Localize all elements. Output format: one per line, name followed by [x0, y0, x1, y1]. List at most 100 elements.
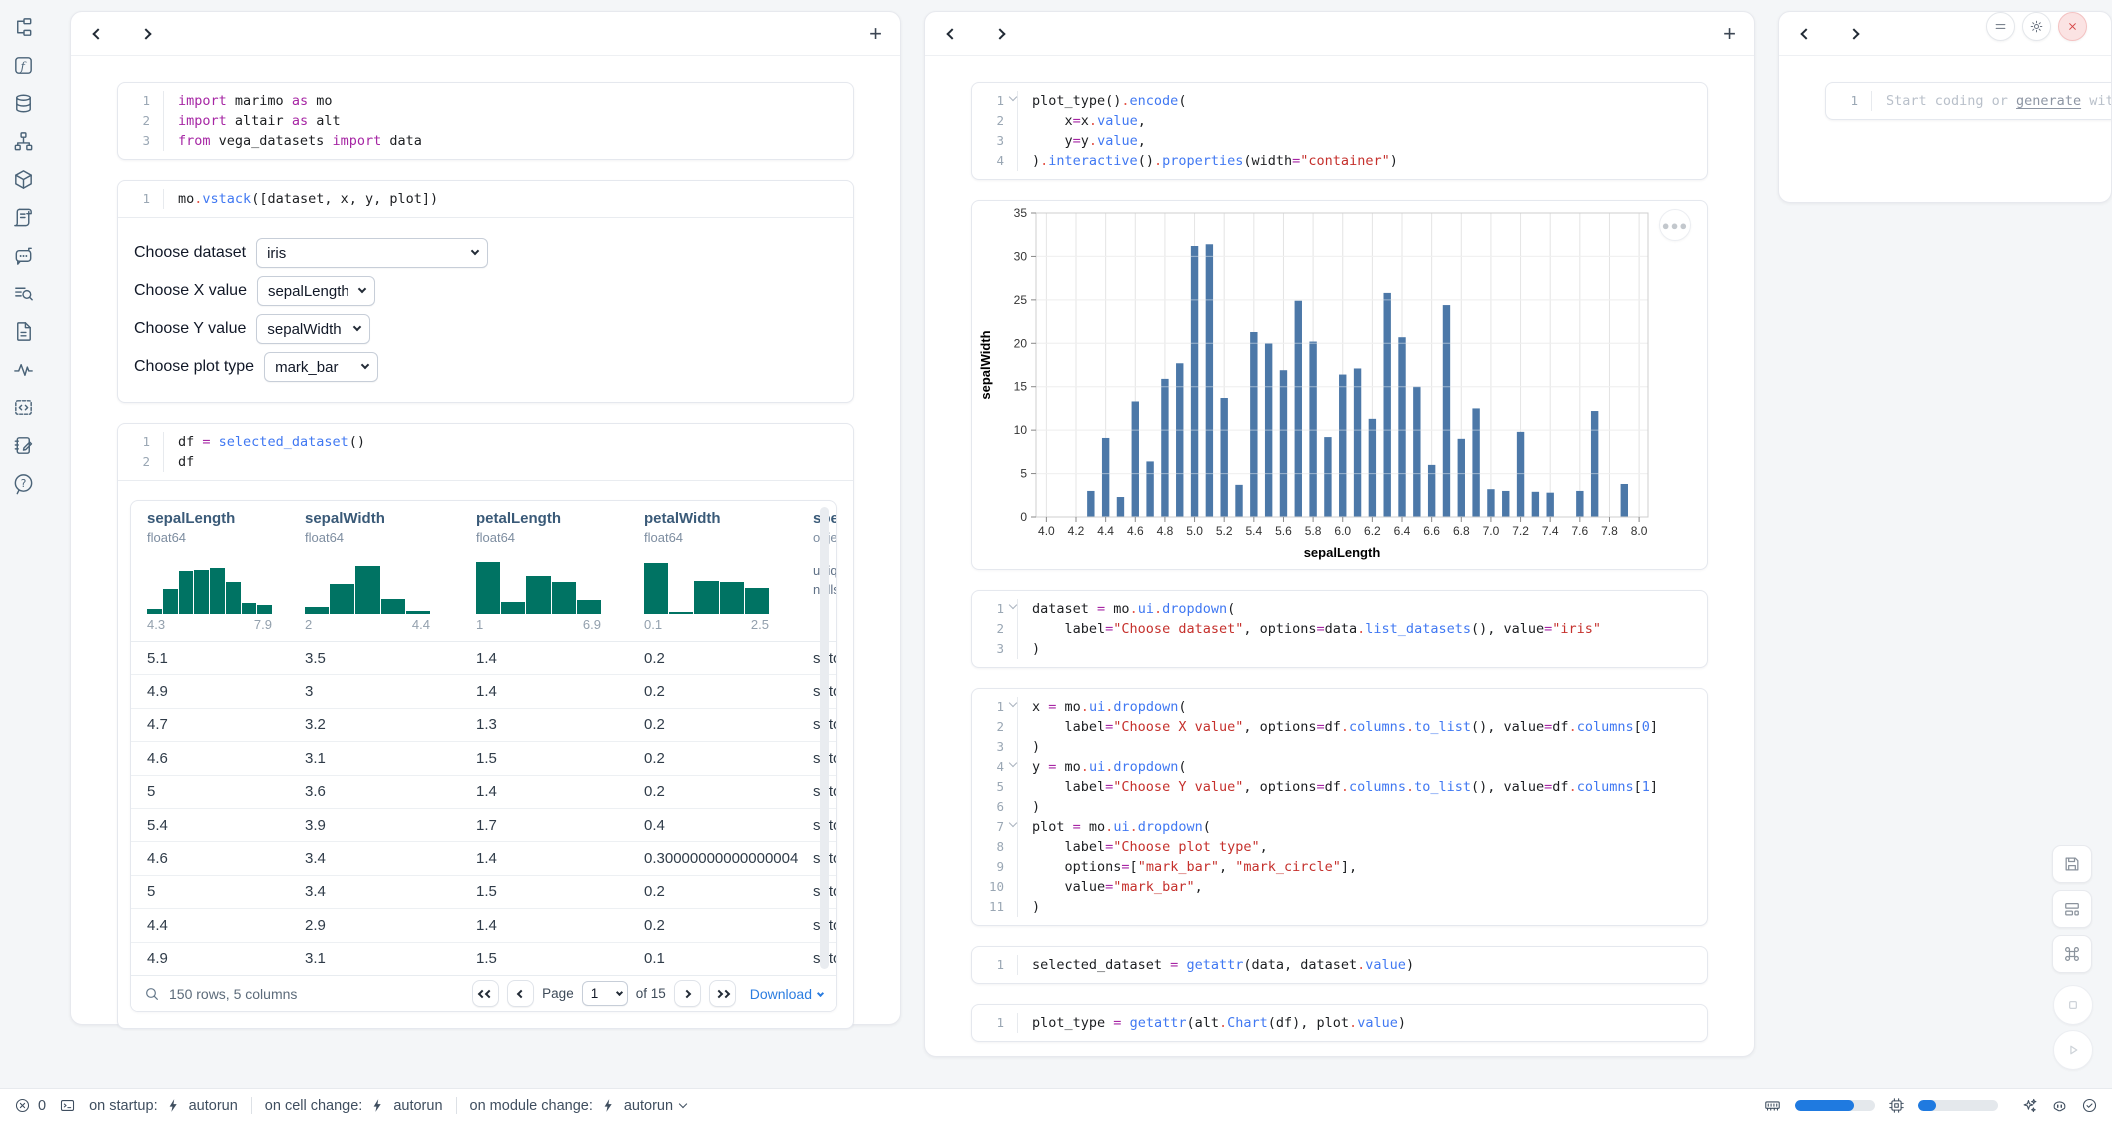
tracing-icon[interactable]	[11, 356, 37, 382]
fold-chevron-icon[interactable]	[1009, 819, 1017, 827]
chart-menu-icon[interactable]: ●●●	[1659, 209, 1691, 241]
code-line[interactable]: 6)	[972, 797, 1707, 817]
code-line[interactable]: 8 label="Choose plot type",	[972, 837, 1707, 857]
code-line[interactable]: 2df	[118, 452, 853, 472]
chevron-left-icon[interactable]	[1797, 25, 1815, 43]
first-page-button[interactable]	[472, 980, 499, 1007]
snippets-icon[interactable]	[11, 394, 37, 420]
code-line[interactable]: 2 x=x.value,	[972, 111, 1707, 131]
code-line[interactable]: 1plot_type = getattr(alt.Chart(df), plot…	[972, 1013, 1707, 1033]
script-icon[interactable]	[11, 204, 37, 230]
layout-panels-icon[interactable]	[2052, 890, 2092, 928]
settings-gear-icon[interactable]	[2022, 12, 2051, 41]
errors-indicator[interactable]: 0	[14, 1097, 46, 1114]
table-row[interactable]: 4.931.40.2setosa	[131, 675, 836, 708]
packages-icon[interactable]	[11, 166, 37, 192]
plot-type-cell[interactable]: 1plot_type = getattr(alt.Chart(df), plot…	[971, 1004, 1708, 1042]
code-line[interactable]: 3from vega_datasets import data	[118, 131, 853, 151]
plot-encode-cell[interactable]: 1plot_type().encode(2 x=x.value,3 y=y.va…	[971, 82, 1708, 180]
empty-code-cell[interactable]: 1 Start coding or generate with AI	[1825, 82, 2112, 120]
add-cell-button[interactable]: +	[1723, 23, 1736, 45]
chevron-right-icon[interactable]	[991, 25, 1009, 43]
column-header[interactable]: sepalLengthfloat644.37.9	[147, 510, 305, 641]
chevron-right-icon[interactable]	[1845, 25, 1863, 43]
code-line[interactable]: 1selected_dataset = getattr(data, datase…	[972, 955, 1707, 975]
generate-link[interactable]: generate	[2016, 93, 2081, 109]
table-row[interactable]: 4.73.21.30.2setosa	[131, 709, 836, 742]
imports-cell[interactable]: 1import marimo as mo2import altair as al…	[117, 82, 854, 160]
stop-icon[interactable]	[2053, 985, 2093, 1025]
table-row[interactable]: 5.43.91.70.4setosa	[131, 809, 836, 842]
table-row[interactable]: 53.41.50.2setosa	[131, 876, 836, 909]
fold-chevron-icon[interactable]	[1009, 93, 1017, 101]
vstack-cell[interactable]: 1mo.vstack([dataset, x, y, plot]) Choose…	[117, 180, 854, 403]
terminal-icon[interactable]	[59, 1097, 76, 1114]
code-line[interactable]: 4).interactive().properties(width="conta…	[972, 151, 1707, 171]
on-module-change-setting[interactable]: on module change: autorun	[470, 1097, 687, 1114]
code-line[interactable]: 1dataset = mo.ui.dropdown(	[972, 599, 1707, 619]
code-line[interactable]: 1mo.vstack([dataset, x, y, plot])	[118, 189, 853, 209]
file-tree-icon[interactable]	[11, 14, 37, 40]
chevron-left-icon[interactable]	[89, 25, 107, 43]
ai-sparkles-icon[interactable]	[2021, 1097, 2038, 1114]
table-row[interactable]: 5.13.51.40.2setosa	[131, 642, 836, 675]
code-line[interactable]: 3)	[972, 737, 1707, 757]
code-line[interactable]: 3)	[972, 639, 1707, 659]
copilot-icon[interactable]	[2051, 1097, 2068, 1114]
command-palette-icon[interactable]	[2052, 935, 2092, 973]
code-line[interactable]: 2import altair as alt	[118, 111, 853, 131]
fold-chevron-icon[interactable]	[1009, 699, 1017, 707]
download-button[interactable]: Download	[750, 986, 823, 1002]
code-line[interactable]: 9 options=["mark_bar", "mark_circle"],	[972, 857, 1707, 877]
last-page-button[interactable]	[709, 980, 736, 1007]
bar-chart[interactable]: 4.04.24.44.64.85.05.25.45.65.86.06.26.46…	[972, 201, 1711, 563]
code-line[interactable]: 5 label="Choose Y value", options=df.col…	[972, 777, 1707, 797]
dependency-graph-icon[interactable]	[11, 128, 37, 154]
add-cell-button[interactable]: +	[869, 23, 882, 45]
on-cell-change-setting[interactable]: on cell change: autorun	[265, 1097, 443, 1114]
code-line[interactable]: 2 label="Choose dataset", options=data.l…	[972, 619, 1707, 639]
selected-dataset-cell[interactable]: 1selected_dataset = getattr(data, datase…	[971, 946, 1708, 984]
code-line[interactable]: 7plot = mo.ui.dropdown(	[972, 817, 1707, 837]
dataset-dropdown-cell[interactable]: 1dataset = mo.ui.dropdown(2 label="Choos…	[971, 590, 1708, 668]
code-line[interactable]: 3 y=y.value,	[972, 131, 1707, 151]
code-line[interactable]: 11)	[972, 897, 1707, 917]
functions-icon[interactable]: f	[11, 52, 37, 78]
table-scrollbar[interactable]	[820, 507, 829, 969]
prev-page-button[interactable]	[507, 980, 534, 1007]
code-line[interactable]: 1df = selected_dataset()	[118, 432, 853, 452]
column-header[interactable]: petalLengthfloat6416.9	[476, 510, 644, 641]
x-value-select[interactable]: sepalLength	[257, 276, 375, 306]
code-line[interactable]: 1plot_type().encode(	[972, 91, 1707, 111]
code-line[interactable]: 1x = mo.ui.dropdown(	[972, 697, 1707, 717]
chat-icon[interactable]	[11, 242, 37, 268]
code-line[interactable]: 10 value="mark_bar",	[972, 877, 1707, 897]
chevron-left-icon[interactable]	[943, 25, 961, 43]
documentation-icon[interactable]	[11, 318, 37, 344]
next-page-button[interactable]	[674, 980, 701, 1007]
table-row[interactable]: 4.42.91.40.2setosa	[131, 909, 836, 942]
help-icon[interactable]: ?	[11, 470, 37, 496]
code-line[interactable]: 4y = mo.ui.dropdown(	[972, 757, 1707, 777]
connection-status-icon[interactable]	[2081, 1097, 2098, 1114]
logs-search-icon[interactable]	[11, 280, 37, 306]
column-header[interactable]: petalWidthfloat640.12.5	[644, 510, 813, 641]
on-startup-setting[interactable]: on startup: autorun	[89, 1097, 238, 1114]
scratchpad-icon[interactable]	[11, 432, 37, 458]
y-value-select[interactable]: sepalWidth	[256, 314, 370, 344]
table-row[interactable]: 4.63.41.40.30000000000000004setosa	[131, 842, 836, 875]
chevron-right-icon[interactable]	[137, 25, 155, 43]
column-header[interactable]: sepalWidthfloat6424.4	[305, 510, 476, 641]
shutdown-close-icon[interactable]	[2058, 12, 2087, 41]
save-icon[interactable]	[2052, 845, 2092, 883]
plot-type-select[interactable]: mark_bar	[264, 352, 378, 382]
menu-icon[interactable]	[1986, 12, 2015, 41]
code-line[interactable]: 1import marimo as mo	[118, 91, 853, 111]
search-icon[interactable]	[144, 986, 160, 1002]
code-line[interactable]: 2 label="Choose X value", options=df.col…	[972, 717, 1707, 737]
table-row[interactable]: 4.93.11.50.1setosa	[131, 943, 836, 976]
fold-chevron-icon[interactable]	[1009, 759, 1017, 767]
page-select[interactable]: 1	[582, 981, 628, 1006]
xyplot-dropdown-cell[interactable]: 1x = mo.ui.dropdown(2 label="Choose X va…	[971, 688, 1708, 926]
dataset-select[interactable]: iris	[256, 238, 488, 268]
